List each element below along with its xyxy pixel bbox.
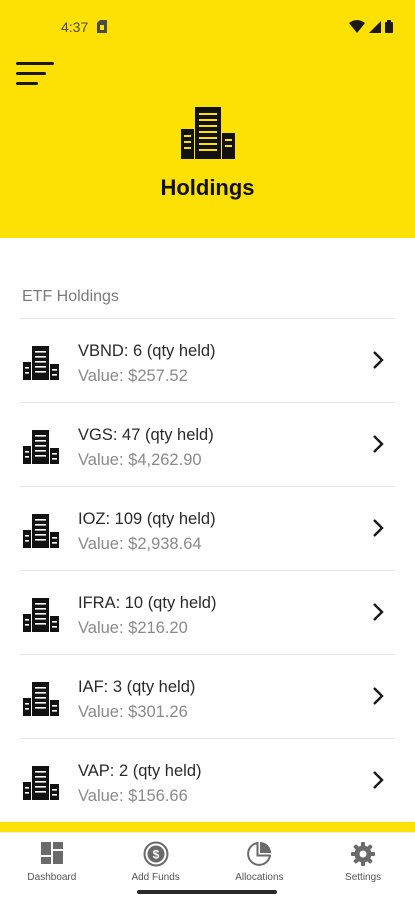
nav-label: Allocations xyxy=(235,872,284,883)
nav-settings[interactable]: Settings xyxy=(311,833,415,884)
wifi-icon xyxy=(349,20,365,33)
buildings-icon xyxy=(181,107,235,159)
buildings-icon xyxy=(23,514,59,548)
holding-value: Value: $301.26 xyxy=(78,703,188,721)
holding-item-ifra[interactable]: IFRA: 10 (qty held) Value: $216.20 xyxy=(20,570,395,654)
buildings-icon xyxy=(23,766,59,800)
chevron-right-icon xyxy=(373,435,384,453)
nav-add-funds[interactable]: $ Add Funds xyxy=(104,833,208,884)
status-icons xyxy=(349,20,393,33)
dashboard-icon xyxy=(40,842,63,864)
menu-line xyxy=(16,62,54,65)
section-label: ETF Holdings xyxy=(22,288,119,305)
page-title: Holdings xyxy=(160,175,255,200)
holding-title: IAF: 3 (qty held) xyxy=(78,678,196,696)
menu-line xyxy=(16,82,38,85)
battery-icon xyxy=(385,20,393,33)
chevron-right-icon xyxy=(373,687,384,705)
buildings-icon xyxy=(23,682,59,716)
holding-value: Value: $2,938.64 xyxy=(78,535,202,553)
holding-item-vgs[interactable]: VGS: 47 (qty held) Value: $4,262.90 xyxy=(20,402,395,486)
holding-title: IFRA: 10 (qty held) xyxy=(78,594,217,612)
menu-button[interactable] xyxy=(16,62,54,88)
holding-value: Value: $257.52 xyxy=(78,367,188,385)
buildings-icon xyxy=(23,346,59,380)
holding-value: Value: $216.20 xyxy=(78,619,188,637)
holding-item-ioz[interactable]: IOZ: 109 (qty held) Value: $2,938.64 xyxy=(20,486,395,570)
accent-strip xyxy=(0,822,415,832)
buildings-icon xyxy=(23,598,59,632)
holding-item-vbnd[interactable]: VBND: 6 (qty held) Value: $257.52 xyxy=(20,318,395,402)
chevron-right-icon xyxy=(373,771,384,789)
chevron-right-icon xyxy=(373,603,384,621)
gear-icon xyxy=(351,842,376,866)
holding-item-vap[interactable]: VAP: 2 (qty held) Value: $156.66 xyxy=(20,738,395,822)
home-gesture-bar[interactable] xyxy=(137,890,277,894)
status-bar: 4:37 xyxy=(0,0,415,56)
nav-label: Settings xyxy=(345,872,382,883)
dollar-icon: $ xyxy=(143,841,169,867)
pie-chart-icon xyxy=(247,841,272,866)
buildings-icon xyxy=(23,430,59,464)
nav-label: Add Funds xyxy=(131,872,180,883)
holding-title: VGS: 47 (qty held) xyxy=(78,426,214,444)
holding-value: Value: $156.66 xyxy=(78,787,188,805)
bottom-nav: Dashboard $ Add Funds Allocations Settin xyxy=(0,832,415,884)
nav-dashboard[interactable]: Dashboard xyxy=(0,833,104,884)
chevron-right-icon xyxy=(373,519,384,537)
nav-label: Dashboard xyxy=(27,872,77,883)
signal-icon xyxy=(369,20,381,33)
holding-item-iaf[interactable]: IAF: 3 (qty held) Value: $301.26 xyxy=(20,654,395,738)
sim-card-icon xyxy=(97,20,107,33)
header: 4:37 Holdings xyxy=(0,0,415,238)
holding-title: VAP: 2 (qty held) xyxy=(78,762,202,780)
nav-allocations[interactable]: Allocations xyxy=(208,833,312,884)
holding-value: Value: $4,262.90 xyxy=(78,451,202,469)
menu-line xyxy=(16,72,46,75)
status-time: 4:37 xyxy=(61,19,89,35)
holdings-list: VBND: 6 (qty held) Value: $257.52 VGS: 4… xyxy=(0,318,415,822)
holding-title: VBND: 6 (qty held) xyxy=(78,342,216,360)
chevron-right-icon xyxy=(373,351,384,369)
holding-title: IOZ: 109 (qty held) xyxy=(78,510,216,528)
svg-text:$: $ xyxy=(152,848,159,862)
